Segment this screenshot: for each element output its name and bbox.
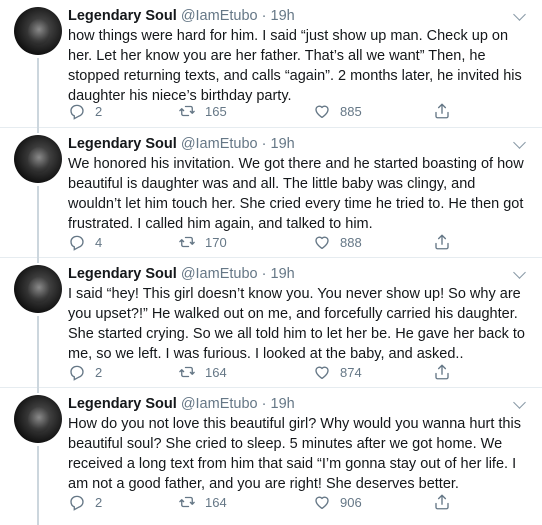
retweet-count: 164 [205, 364, 227, 380]
tweet-actions: 2 164 874 [68, 362, 468, 382]
retweet-button[interactable]: 164 [178, 362, 227, 382]
author-name[interactable]: Legendary Soul [68, 266, 177, 282]
tweet-actions: 2 165 885 [68, 101, 468, 121]
timestamp[interactable]: 19h [271, 396, 295, 412]
separator: · [261, 136, 267, 152]
like-count: 888 [340, 234, 362, 250]
like-button[interactable]: 888 [313, 232, 362, 252]
chevron-down-icon[interactable] [513, 396, 526, 409]
author-name[interactable]: Legendary Soul [68, 136, 177, 152]
tweet-header: Legendary Soul @IamEtubo · 19h [68, 395, 295, 413]
tweet-header: Legendary Soul @IamEtubo · 19h [68, 7, 295, 25]
retweet-count: 164 [205, 494, 227, 510]
avatar[interactable] [14, 395, 62, 443]
retweet-icon [179, 366, 195, 378]
timestamp[interactable]: 19h [271, 136, 295, 152]
share-icon [435, 234, 449, 250]
tweet[interactable]: Legendary Soul @IamEtubo · 19h I said “h… [0, 258, 542, 388]
reply-count: 2 [95, 494, 103, 510]
like-button[interactable]: 906 [313, 492, 362, 512]
retweet-button[interactable]: 164 [178, 492, 227, 512]
tweet-text: How do you not love this beautiful girl?… [68, 416, 521, 492]
author-handle[interactable]: @IamEtubo [181, 8, 258, 24]
tweet-text: how things were hard for him. I said “ju… [68, 28, 522, 104]
retweet-button[interactable]: 170 [178, 232, 227, 252]
like-count: 874 [340, 364, 362, 380]
heart-icon [315, 236, 329, 250]
like-count: 885 [340, 103, 362, 119]
share-icon [435, 103, 449, 119]
thread-line [37, 446, 39, 525]
retweet-count: 165 [205, 103, 227, 119]
share-button[interactable] [433, 101, 451, 121]
share-icon [435, 494, 449, 510]
author-handle[interactable]: @IamEtubo [181, 266, 258, 282]
avatar[interactable] [14, 135, 62, 183]
reply-count: 2 [95, 364, 103, 380]
tweet-header: Legendary Soul @IamEtubo · 19h [68, 265, 295, 283]
avatar[interactable] [14, 7, 62, 55]
tweet-thread: Legendary Soul @IamEtubo · 19h how thing… [0, 0, 542, 525]
chevron-down-icon[interactable] [513, 266, 526, 279]
tweet-text: I said “hey! This girl doesn’t know you.… [68, 286, 525, 362]
reply-icon [70, 495, 84, 511]
reply-count: 4 [95, 234, 103, 250]
share-button[interactable] [433, 362, 451, 382]
thread-line [37, 128, 39, 133]
reply-icon [70, 365, 84, 381]
chevron-down-icon[interactable] [513, 8, 526, 21]
tweet-header: Legendary Soul @IamEtubo · 19h [68, 135, 295, 153]
author-name[interactable]: Legendary Soul [68, 396, 177, 412]
separator: · [261, 266, 267, 282]
author-handle[interactable]: @IamEtubo [181, 136, 258, 152]
heart-icon [315, 105, 329, 119]
heart-icon [315, 366, 329, 380]
share-button[interactable] [433, 232, 451, 252]
tweet[interactable]: Legendary Soul @IamEtubo · 19h how thing… [0, 0, 542, 128]
avatar[interactable] [14, 265, 62, 313]
thread-line [37, 58, 39, 128]
thread-line [37, 186, 39, 258]
thread-line [37, 316, 39, 388]
retweet-icon [179, 496, 195, 508]
share-button[interactable] [433, 492, 451, 512]
reply-icon [70, 235, 84, 251]
chevron-down-icon[interactable] [513, 136, 526, 149]
author-handle[interactable]: @IamEtubo [181, 396, 258, 412]
tweet-text: We honored his invitation. We got there … [68, 156, 524, 232]
author-name[interactable]: Legendary Soul [68, 8, 177, 24]
tweet[interactable]: Legendary Soul @IamEtubo · 19h How do yo… [0, 388, 542, 525]
reply-icon [70, 104, 84, 120]
separator: · [261, 8, 267, 24]
reply-count: 2 [95, 103, 103, 119]
reply-button[interactable]: 2 [68, 492, 102, 512]
reply-button[interactable]: 2 [68, 362, 102, 382]
thread-line [37, 388, 39, 393]
like-button[interactable]: 885 [313, 101, 362, 121]
like-count: 906 [340, 494, 362, 510]
reply-button[interactable]: 2 [68, 101, 102, 121]
retweet-icon [179, 236, 195, 248]
retweet-count: 170 [205, 234, 227, 250]
timestamp[interactable]: 19h [271, 8, 295, 24]
retweet-icon [179, 105, 195, 117]
heart-icon [315, 496, 329, 510]
tweet-actions: 4 170 888 [68, 232, 468, 252]
thread-line [37, 258, 39, 263]
retweet-button[interactable]: 165 [178, 101, 227, 121]
tweet[interactable]: Legendary Soul @IamEtubo · 19h We honore… [0, 128, 542, 258]
tweet-actions: 2 164 906 [68, 492, 468, 512]
reply-button[interactable]: 4 [68, 232, 102, 252]
separator: · [261, 396, 267, 412]
timestamp[interactable]: 19h [271, 266, 295, 282]
like-button[interactable]: 874 [313, 362, 362, 382]
share-icon [435, 364, 449, 380]
